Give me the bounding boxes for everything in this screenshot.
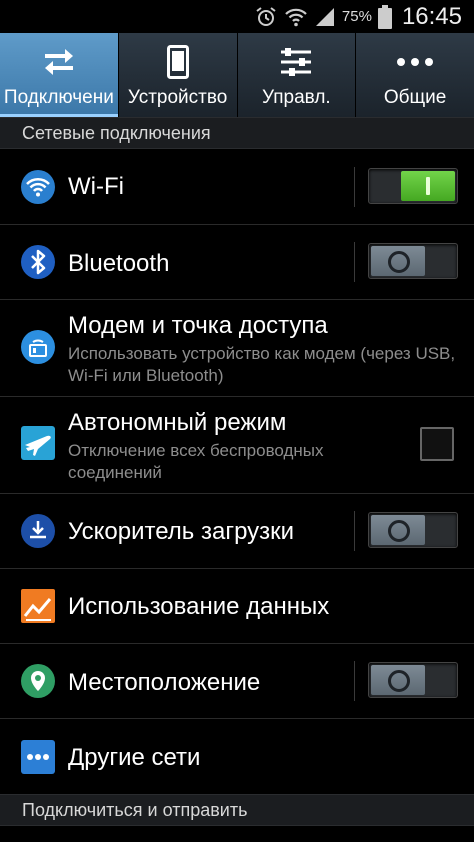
setting-title: Ускоритель загрузки [68, 518, 295, 545]
wifi-icon [20, 169, 56, 205]
wifi-icon [284, 6, 308, 28]
more-networks-icon [20, 739, 56, 775]
tab-controls[interactable]: Управл. [238, 33, 357, 117]
setting-title: Модем и точка доступа [68, 312, 328, 339]
battery-icon [377, 4, 392, 29]
tab-general[interactable]: Общие [356, 33, 474, 117]
divider [354, 661, 355, 701]
section-header-network: Сетевые подключения [0, 117, 474, 149]
toggle-knob [371, 665, 425, 695]
divider [354, 167, 355, 207]
hotspot-icon [20, 329, 56, 365]
battery-percent: 75% [341, 8, 372, 25]
setting-location[interactable]: Местоположение [0, 644, 474, 719]
setting-title: Bluetooth [68, 250, 170, 277]
bluetooth-toggle[interactable] [368, 243, 458, 279]
download-booster-icon [20, 513, 56, 549]
setting-title: Автономный режим [68, 409, 287, 436]
toggle-knob [371, 246, 425, 276]
toggle-knob [371, 515, 425, 545]
setting-title: Местоположение [68, 669, 261, 696]
tab-bar: Подключени Устройство Управл. Общие [0, 33, 474, 117]
setting-subtitle: Отключение всех беспроводных соединений [68, 441, 324, 482]
setting-download-booster[interactable]: Ускоритель загрузки [0, 494, 474, 569]
phone-icon [166, 37, 189, 87]
setting-title: Другие сети [68, 744, 201, 771]
setting-bluetooth[interactable]: Bluetooth [0, 225, 474, 300]
section-title: Подключиться и отправить [22, 800, 248, 820]
location-toggle[interactable] [368, 662, 458, 698]
more-dots-icon [395, 37, 435, 87]
sliders-icon [279, 37, 313, 87]
tab-label: Устройство [127, 87, 228, 108]
setting-wifi[interactable]: Wi-Fi [0, 149, 474, 225]
tab-label: Общие [383, 87, 447, 108]
setting-tethering-hotspot[interactable]: Модем и точка доступа Использовать устро… [0, 300, 474, 397]
signal-icon [314, 6, 336, 28]
setting-data-usage[interactable]: Использование данных [0, 569, 474, 644]
status-bar: 75% 16:45 [0, 0, 474, 33]
swap-arrows-icon [41, 37, 77, 87]
airplane-icon [20, 425, 56, 461]
setting-more-networks[interactable]: Другие сети [0, 719, 474, 794]
location-icon [20, 663, 56, 699]
tab-device[interactable]: Устройство [119, 33, 238, 117]
tab-label: Подключени [3, 87, 114, 108]
alarm-icon [254, 5, 278, 29]
airplane-mode-checkbox[interactable] [420, 427, 454, 461]
download-booster-toggle[interactable] [368, 512, 458, 548]
wifi-toggle[interactable] [368, 168, 458, 204]
setting-title: Использование данных [68, 593, 330, 620]
divider [354, 242, 355, 282]
clock: 16:45 [401, 2, 462, 30]
bluetooth-icon [20, 244, 56, 280]
tab-connections[interactable]: Подключени [0, 33, 119, 117]
setting-airplane-mode[interactable]: Автономный режим Отключение всех беспров… [0, 397, 474, 494]
data-usage-icon [20, 588, 56, 624]
divider [354, 511, 355, 551]
section-title: Сетевые подключения [22, 123, 211, 143]
section-header-connect-share: Подключиться и отправить [0, 794, 474, 826]
setting-title: Wi-Fi [68, 173, 124, 200]
setting-subtitle: Использовать устройство как модем (через… [68, 344, 456, 385]
toggle-knob [401, 171, 455, 201]
tab-label: Управл. [262, 87, 331, 108]
